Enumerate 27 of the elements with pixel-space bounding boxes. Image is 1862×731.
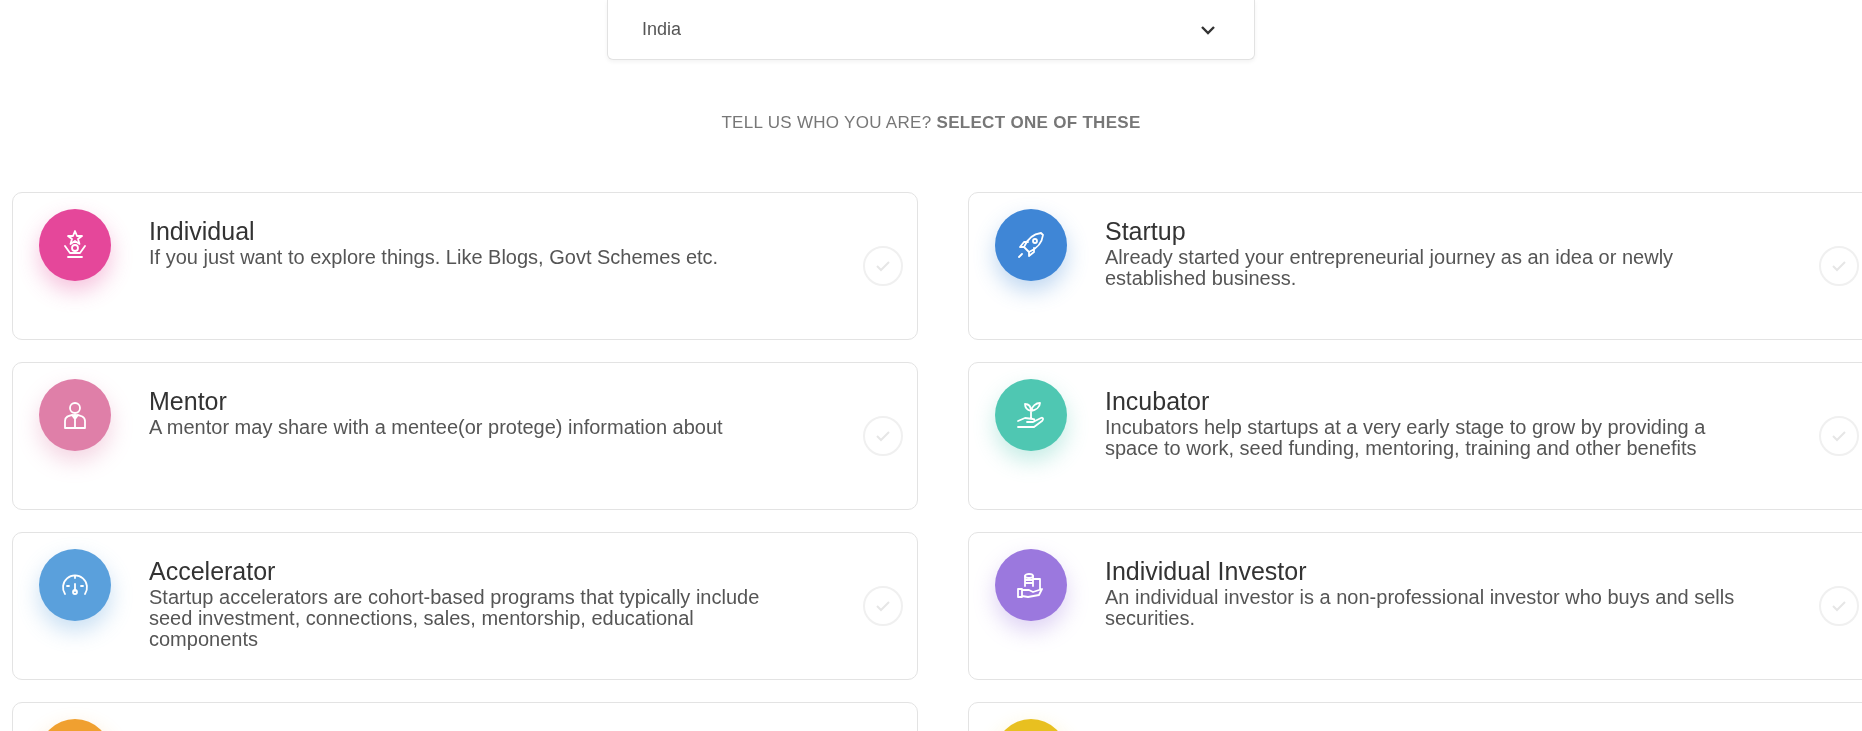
select-check-icon[interactable] <box>1819 415 1859 456</box>
role-description: If you just want to explore things. Like Blogs, Govt Schemes etc. <box>149 247 720 269</box>
role-title: Incubator <box>1105 386 1211 416</box>
role-description: A mentor may share with a mentee(or protege) information about <box>149 417 724 439</box>
role-description: Incubators help startups at a very early stage to grow by providing a space to work, seed funding, mentoring, training and other benefits <box>1105 417 1707 460</box>
select-check-icon[interactable] <box>863 245 903 286</box>
select-check-icon[interactable] <box>1819 585 1859 626</box>
select-check-icon[interactable] <box>1819 245 1859 286</box>
role-card[interactable]: Individual Investor An individual investor is a non-professional investor who buys and sells securities. <box>968 531 1862 680</box>
country-select[interactable]: India <box>607 0 1255 60</box>
role-title: Startup <box>1105 216 1187 246</box>
role-description: Already started your entrepreneurial journey as an idea or newly established business. <box>1105 247 1675 290</box>
role-description: An individual investor is a non-professional investor who buys and sells securities. <box>1105 587 1736 630</box>
role-title: Individual Investor <box>1105 556 1308 586</box>
role-title: Individual <box>149 216 256 246</box>
role-card[interactable]: Mentor A mentor may share with a mentee(or protege) information about <box>12 361 918 510</box>
select-check-icon[interactable] <box>863 415 903 456</box>
role-card[interactable]: Startup Already started your entrepreneurial journey as an idea or newly established business. <box>968 191 1862 340</box>
role-card[interactable]: Accelerator Startup accelerators are cohort-based programs that typically include seed investment, connections, sales, mentorship, educational components <box>12 531 918 680</box>
chevron-down-icon <box>1200 24 1216 35</box>
role-title: Accelerator <box>149 556 277 586</box>
role-title: Mentor <box>149 386 228 416</box>
prompt-text: TELL US WHO YOU ARE? SELECT ONE OF THESE <box>720 112 1142 134</box>
role-description: Startup accelerators are cohort-based programs that typically include seed investment, connections, sales, mentorship, educational components <box>149 587 761 651</box>
select-check-icon[interactable] <box>863 585 903 626</box>
role-card[interactable]: Incubator Incubators help startups at a very early stage to grow by providing a space to work, seed funding, mentoring, training and other benefits <box>968 361 1862 510</box>
role-card[interactable]: Individual If you just want to explore things. Like Blogs, Govt Schemes etc. <box>12 191 918 340</box>
